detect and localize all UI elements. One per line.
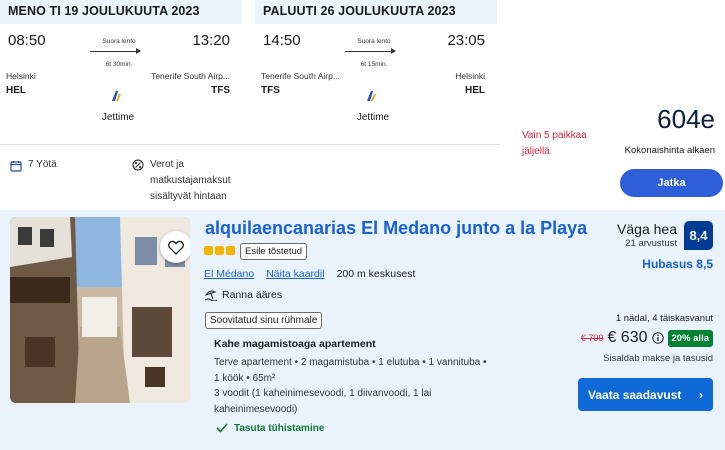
seats-left-line-2: jäljellä bbox=[522, 146, 550, 157]
total-price-label: Kokonaishinta alkaen bbox=[624, 145, 715, 156]
discounted-price: € 630 bbox=[607, 329, 648, 346]
hotel-photo[interactable] bbox=[10, 217, 190, 403]
outbound-departure-time: 08:50 bbox=[8, 32, 46, 49]
total-price: 604e bbox=[657, 104, 715, 134]
taxes-line-2: matkustajamaksut bbox=[150, 175, 231, 186]
apartment-description: Terve apartement • 2 magamistuba • 1 elu… bbox=[214, 355, 514, 417]
favorite-button[interactable] bbox=[160, 231, 190, 263]
outbound-duration: 6t 30min. bbox=[105, 61, 133, 68]
return-stop-label: Suora lento bbox=[357, 38, 391, 45]
location-line: El Médano Näita kaardil 200 m keskusest bbox=[204, 268, 415, 280]
promoted-badge: Esile tõstetud bbox=[240, 243, 308, 260]
free-cancellation: Tasuta tühistamine bbox=[216, 423, 324, 434]
outbound-header: MENO TI 19 JOULUKUUTA 2023 bbox=[0, 0, 242, 24]
outbound-airline: Jettime bbox=[101, 112, 135, 123]
seats-left-warning: Vain 5 paikkaa jäljellä bbox=[522, 128, 587, 160]
return-departure-time: 14:50 bbox=[263, 32, 301, 49]
flight-offer-card: MENO TI 19 JOULUKUUTA 2023 08:50 Suora l… bbox=[0, 0, 725, 207]
see-availability-button[interactable]: Vaata saadavust › bbox=[578, 378, 713, 411]
apartment-desc-line-3: 3 voodit (1 kaheinimesevoodi, 1 diivanvo… bbox=[214, 388, 432, 399]
outbound-arrival-code: TFS bbox=[211, 85, 230, 96]
taxes-line-3: sisältyvät hintaan bbox=[150, 191, 227, 202]
star-icon bbox=[226, 246, 235, 255]
apartment-desc-line-4: kaheinimesevoodi) bbox=[214, 403, 298, 415]
continue-button[interactable]: Jatka bbox=[620, 169, 723, 197]
price-row: € 709 € 630 20% alla bbox=[581, 329, 713, 347]
distance-from-centre: 200 m keskusest bbox=[336, 268, 416, 280]
review-word: Väga hea bbox=[617, 221, 677, 237]
return-departure-city: Tenerife South Airp... bbox=[261, 71, 340, 81]
star-icon bbox=[204, 246, 213, 255]
outbound-departure-city: Helsinki bbox=[6, 71, 36, 81]
return-arrival-time: 23:05 bbox=[447, 32, 485, 49]
free-cancellation-label: Tasuta tühistamine bbox=[234, 423, 325, 434]
flight-divider bbox=[0, 144, 500, 145]
beach-label: Ranna ääres bbox=[222, 289, 283, 301]
jettime-logo-icon bbox=[112, 91, 121, 101]
return-airline: Jettime bbox=[356, 112, 390, 123]
return-arrival-code: HEL bbox=[465, 85, 485, 96]
return-arrow-icon bbox=[345, 48, 396, 54]
taxes-line-1: Verot ja bbox=[150, 159, 184, 170]
return-duration: 6t 15min. bbox=[360, 61, 388, 68]
checkmark-icon bbox=[216, 423, 228, 433]
return-arrival-city: Helsinki bbox=[455, 71, 485, 81]
outbound-arrow-icon bbox=[90, 48, 141, 54]
return-leg: PALUUTI 26 JOULUKUUTA 2023 14:50 Suora l… bbox=[255, 0, 497, 207]
jettime-logo-icon bbox=[367, 91, 376, 101]
show-on-map-link[interactable]: Näita kaardil bbox=[266, 268, 324, 280]
see-availability-label: Vaata saadavust bbox=[588, 387, 682, 402]
location-link[interactable]: El Médano bbox=[204, 268, 254, 280]
heart-icon bbox=[168, 240, 184, 255]
discount-badge: 20% alla bbox=[667, 329, 713, 347]
outbound-departure-code: HEL bbox=[6, 85, 26, 96]
taxes-feature: Verot ja matkustajamaksut sisältyvät hin… bbox=[132, 157, 231, 205]
beach-feature: Ranna ääres bbox=[205, 289, 282, 301]
percent-icon bbox=[132, 159, 144, 171]
star-icon bbox=[215, 246, 224, 255]
return-header: PALUUTI 26 JOULUKUUTA 2023 bbox=[255, 0, 497, 24]
calendar-icon bbox=[10, 161, 22, 172]
group-recommendation-badge: Soovitatud sinu rühmale bbox=[205, 312, 323, 329]
original-price: € 709 bbox=[580, 333, 604, 343]
apartment-desc-line-2: 1 köök • 65m² bbox=[214, 372, 276, 384]
nights-label: 7 Yötä bbox=[28, 159, 57, 170]
info-icon[interactable] bbox=[651, 332, 664, 344]
outbound-arrival-time: 13:20 bbox=[192, 32, 230, 49]
seats-left-line-1: Vain 5 paikkaa bbox=[522, 130, 587, 141]
comfort-subscore: Hubasus 8,5 bbox=[642, 257, 713, 271]
stay-details: 1 nädal, 4 täiskasvanut bbox=[615, 313, 713, 324]
return-departure-code: TFS bbox=[261, 85, 280, 96]
hotel-card: alquilaencanarias El Medano junto a la P… bbox=[0, 210, 725, 450]
review-score-badge: 8,4 bbox=[684, 221, 713, 250]
outbound-arrival-city: Tenerife South Airp... bbox=[151, 71, 230, 81]
star-rating bbox=[204, 246, 235, 255]
apartment-desc-line-1: Terve apartement • 2 magamistuba • 1 elu… bbox=[214, 357, 487, 368]
beach-umbrella-icon bbox=[205, 290, 218, 301]
price-includes-note: Sisaldab makse ja tasusid bbox=[603, 353, 713, 364]
apartment-type: Kahe magamistoaga apartement bbox=[214, 338, 376, 350]
review-count: 21 arvustust bbox=[625, 238, 677, 249]
outbound-stop-label: Suora lento bbox=[102, 38, 136, 45]
hotel-name-link[interactable]: alquilaencanarias El Medano junto a la P… bbox=[205, 218, 587, 239]
chevron-right-icon: › bbox=[699, 387, 703, 402]
nights-feature: 7 Yötä bbox=[10, 157, 57, 173]
